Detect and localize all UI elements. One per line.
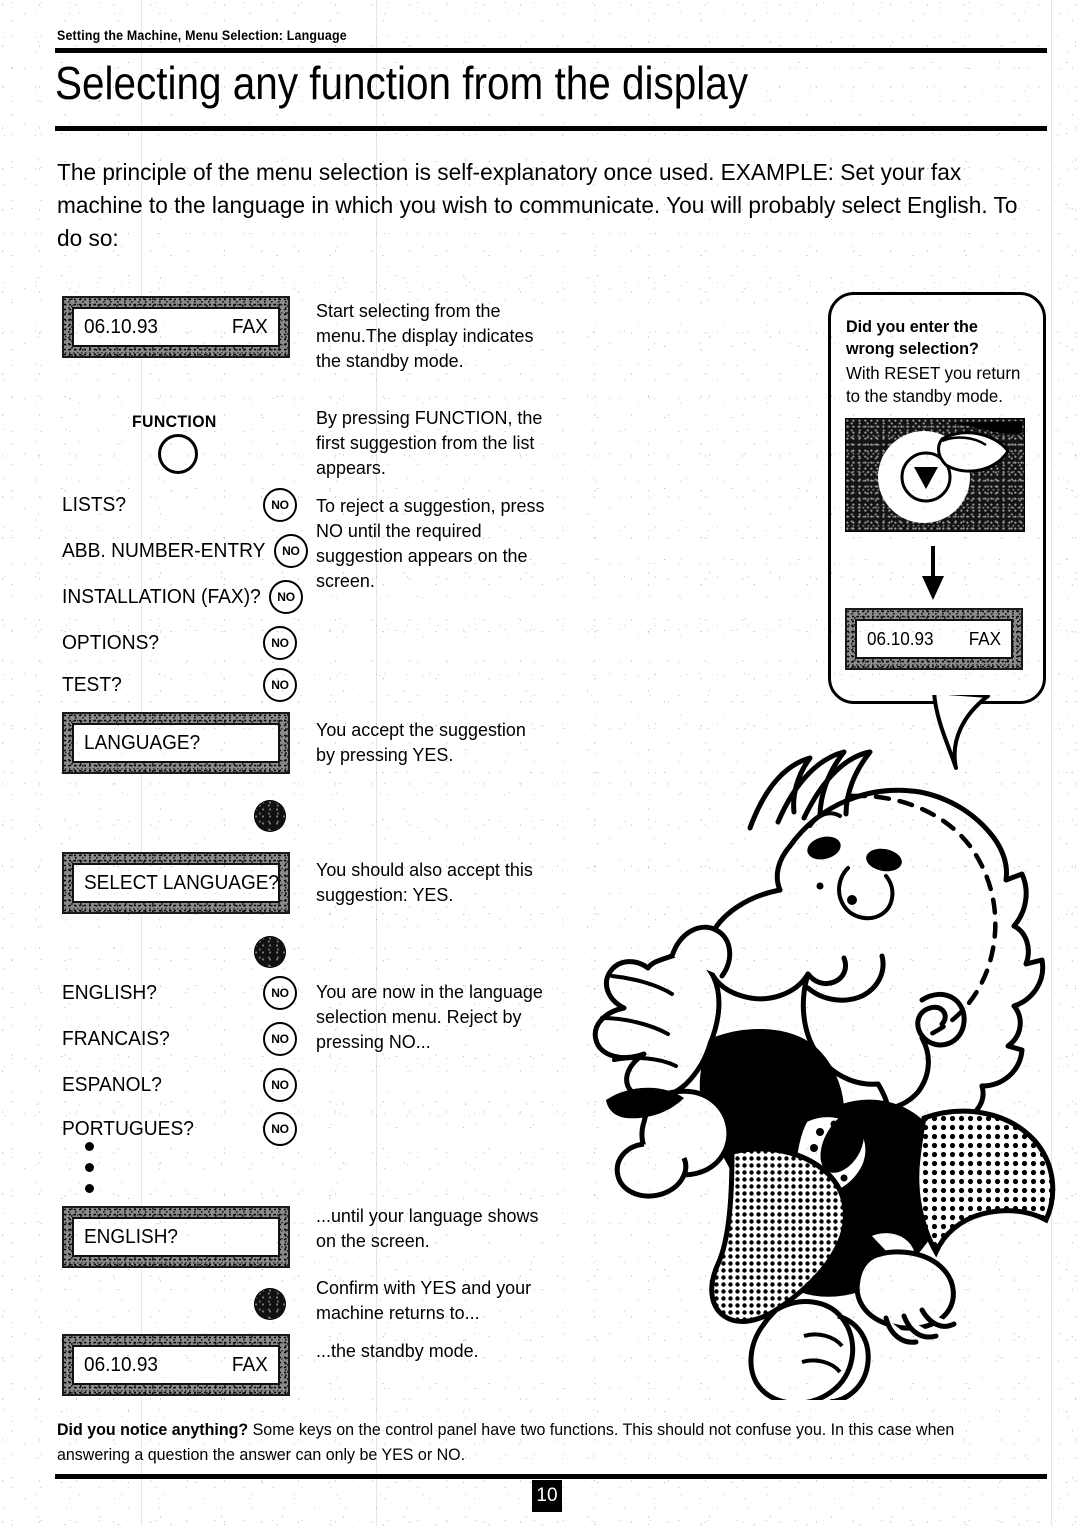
language-row[interactable]: FRANCAIS? NO (62, 1022, 297, 1056)
lcd-mode-value: FAX (232, 1353, 268, 1376)
lcd-callout-standby: 06.10.93 FAX (845, 608, 1023, 670)
intro-paragraph: The principle of the menu selection is s… (57, 159, 1018, 251)
no-button[interactable]: NO (269, 580, 304, 614)
no-button[interactable]: NO (263, 488, 297, 522)
menu-row[interactable]: ABB. NUMBER-ENTRY NO (62, 534, 308, 568)
language-item-label: ESPANOL? (62, 1073, 162, 1096)
lcd-select-language-prompt: SELECT LANGUAGE? (62, 852, 290, 914)
continuation-dot (85, 1142, 94, 1151)
lcd-standby-bottom: 06.10.93 FAX (62, 1334, 290, 1396)
language-item-label: ENGLISH? (62, 981, 157, 1004)
language-row[interactable]: ESPANOL? NO (62, 1068, 297, 1102)
lcd-prompt-value: ENGLISH? (84, 1225, 178, 1248)
lcd-prompt-value: SELECT LANGUAGE? (84, 871, 280, 894)
continuation-dot (85, 1163, 94, 1172)
lcd-date-value: 06.10.93 (867, 628, 934, 649)
menu-row[interactable]: TEST? NO (62, 668, 297, 702)
header-rule-bottom (55, 126, 1047, 131)
step-note: ...the standby mode. (316, 1340, 479, 1361)
step-note: Start selecting from the menu.The displa… (316, 300, 534, 371)
document-page: Setting the Machine, Menu Selection: Lan… (0, 0, 1080, 1526)
step-note: You are now in the language selection me… (316, 981, 543, 1052)
language-row[interactable]: ENGLISH? NO (62, 976, 297, 1010)
callout-title: Did you enter the wrong selection? (846, 317, 979, 358)
no-button[interactable]: NO (263, 1022, 297, 1056)
menu-item-label: TEST? (62, 673, 122, 696)
header-rule-top (55, 48, 1047, 53)
language-item-label: FRANCAIS? (62, 1027, 170, 1050)
function-key-label: FUNCTION (132, 412, 217, 431)
footer-note: Did you notice anything? Some keys on th… (57, 1418, 1017, 1468)
menu-item-label: LISTS? (62, 493, 127, 516)
menu-row[interactable]: OPTIONS? NO (62, 626, 297, 660)
footer-rule (55, 1474, 1047, 1479)
lcd-prompt-value: LANGUAGE? (84, 731, 201, 754)
reset-key-photo (845, 418, 1025, 532)
no-button[interactable]: NO (263, 1068, 297, 1102)
page-number: 10 (532, 1480, 562, 1512)
hand-pressing-reset-icon (878, 421, 1022, 523)
menu-row[interactable]: LISTS? NO (62, 488, 297, 522)
yes-button[interactable] (254, 936, 286, 968)
no-button[interactable]: NO (263, 1112, 297, 1146)
lcd-english-prompt: ENGLISH? (62, 1206, 290, 1268)
continuation-dot (85, 1184, 94, 1193)
menu-row[interactable]: INSTALLATION (FAX)? NO (62, 580, 304, 614)
lcd-standby-top: 06.10.93 FAX (62, 296, 290, 358)
lcd-date-value: 06.10.93 (84, 315, 158, 338)
step-note: To reject a suggestion, press NO until t… (316, 495, 545, 591)
footer-note-lead: Did you notice anything? (57, 1421, 249, 1439)
yes-button[interactable] (254, 1288, 286, 1320)
arrow-down-icon (922, 546, 944, 600)
no-button[interactable]: NO (263, 626, 297, 660)
lcd-mode-value: FAX (232, 315, 268, 338)
step-note: Confirm with YES and your machine return… (316, 1277, 532, 1323)
menu-item-label: ABB. NUMBER-ENTRY (62, 539, 266, 562)
lcd-language-prompt: LANGUAGE? (62, 712, 290, 774)
lcd-date-value: 06.10.93 (84, 1353, 158, 1376)
language-row[interactable]: PORTUGUES? NO (62, 1112, 297, 1146)
function-button[interactable] (158, 434, 198, 474)
breadcrumb: Setting the Machine, Menu Selection: Lan… (57, 28, 347, 43)
step-note: ...until your language shows on the scre… (316, 1205, 539, 1251)
no-button[interactable]: NO (273, 534, 308, 568)
cartoon-character-illustration (592, 749, 1056, 1400)
step-note: You accept the suggestion by pressing YE… (316, 719, 526, 765)
language-item-label: PORTUGUES? (62, 1117, 194, 1140)
step-note: By pressing FUNCTION, the first suggesti… (316, 407, 543, 478)
step-note: You should also accept this suggestion: … (316, 859, 533, 905)
no-button[interactable]: NO (263, 668, 297, 702)
page-title: Selecting any function from the display (55, 57, 749, 109)
no-button[interactable]: NO (263, 976, 297, 1010)
callout-body: With RESET you return to the standby mod… (846, 363, 1021, 406)
menu-item-label: INSTALLATION (FAX)? (62, 585, 261, 608)
lcd-mode-value: FAX (968, 628, 1001, 649)
yes-button[interactable] (254, 800, 286, 832)
menu-item-label: OPTIONS? (62, 631, 160, 654)
